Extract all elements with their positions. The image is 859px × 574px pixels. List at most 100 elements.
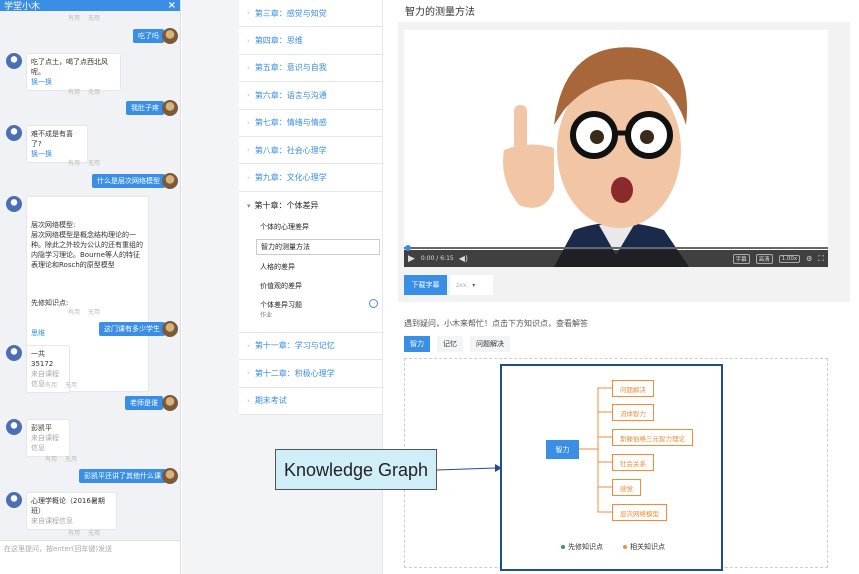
lesson-item-homework[interactable]: 个体差异习题 作业 [256,298,380,321]
chevron-right-icon: › [247,369,250,378]
user-bubble: 老师是谁 [125,396,163,410]
chevron-down-icon: ▾ [247,201,251,210]
refresh-link[interactable]: 换一换 [31,77,116,87]
bot-bubble: 彭凯平 来自课程信息 [26,419,70,457]
chapter-item[interactable]: › 第六章：语言与沟通 [239,82,382,110]
useful-button[interactable]: 有用 [68,15,80,22]
useful-button[interactable]: 有用 [68,530,80,537]
useless-button[interactable]: 无用 [88,15,100,22]
lesson-item[interactable]: 人格的差异 [256,260,380,274]
legend-label: 相关知识点 [630,543,665,551]
chapter-item[interactable]: › 第九章：文化心理学 [239,164,382,192]
feedback-row: 有用 无用 [68,528,108,537]
graph-leaf-node[interactable]: 问题解决 [612,380,654,397]
tab-memory[interactable]: 记忆 [437,336,463,352]
bot-text: 心理学概论（2016暑期班） [31,497,105,515]
help-prompt: 遇到疑问，小木来帮忙！点击下方知识点，查看解答 [404,319,588,328]
useless-button[interactable]: 无用 [88,530,100,537]
quality-button[interactable]: 高清 [755,253,773,264]
chevron-right-icon: › [247,341,250,350]
chapter-item[interactable]: › 第八章：社会心理学 [239,136,382,165]
knowledge-graph: 智力 问题解决 流体智力 斯滕伯格三元智力理论 社会关系 感觉 层次网络模型 先… [500,364,723,571]
useful-button[interactable]: 有用 [45,382,57,389]
legend-label: 先修知识点 [568,543,603,551]
useful-button[interactable]: 有用 [68,160,80,167]
settings-icon[interactable]: ⚙ [806,255,812,263]
useless-button[interactable]: 无用 [88,89,100,96]
tab-problem-solving[interactable]: 问题解决 [470,336,510,352]
caption-select[interactable]: zxx ▾ [450,275,493,295]
bot-avatar [6,196,22,212]
lesson-item[interactable]: 价值观的差异 [256,279,380,293]
chapter-label: 第十一章：学习与记忆 [254,341,335,351]
alarm-clock-icon [369,298,378,308]
tab-intelligence[interactable]: 智力 [404,336,430,352]
chapter-expanded: ▾ 第十章：个体差异 个体的心理差异 智力的测量方法 人格的差异 价值观的差异 个… [239,191,382,333]
chat-messages: 有用 无用 吃了吗 吃了点土，喝了点西北风呢。 换一换 有用 无用 我肚子疼 难不成… [0,11,180,540]
chapter-item[interactable]: › 第三章：感觉与知觉 [239,0,382,28]
green-dot-icon [561,545,565,549]
chapter-item[interactable]: › 第十二章：积极心理学 [239,360,382,388]
fullscreen-icon[interactable]: ⛶ [818,254,824,264]
bot-text: 难不成是有喜了? [31,130,73,148]
useful-button[interactable]: 有用 [68,309,80,316]
chat-input[interactable]: 在这里提问，按enter(回车键)发送 [0,540,180,574]
chapter-item[interactable]: › 第七章：情绪与情感 [239,109,382,137]
speed-button[interactable]: 1.00x [778,254,801,263]
user-avatar [162,321,178,337]
useful-button[interactable]: 有用 [68,89,80,96]
feedback-row: 有用 无用 [45,454,85,463]
user-avatar [162,468,178,484]
chat-input-placeholder: 在这里提问，按enter(回车键)发送 [4,545,113,553]
main-content: 智力的测量方法 ▶ 0:00 / 6:15 ◀) 字幕 高清 1.00x ⚙ ⛶… [384,0,859,574]
useless-button[interactable]: 无用 [65,456,77,463]
knowledge-graph-callout: Knowledge Graph [275,449,437,490]
useful-button[interactable]: 有用 [45,456,57,463]
video-area: ▶ 0:00 / 6:15 ◀) 字幕 高清 1.00x ⚙ ⛶ 下载字幕 zx… [398,22,850,302]
chapter-item[interactable]: › 期末考试 [239,387,382,415]
useless-button[interactable]: 无用 [88,160,100,167]
useless-button[interactable]: 无用 [88,309,100,316]
progress-bar[interactable] [404,245,828,251]
volume-icon[interactable]: ◀) [459,254,468,263]
chapter-item[interactable]: › 第四章：思维 [239,27,382,55]
legend-prereq: 先修知识点 [561,542,603,552]
chevron-right-icon: › [247,91,250,100]
download-subtitle-button[interactable]: 下载字幕 [404,275,447,295]
play-icon[interactable]: ▶ [408,254,415,264]
graph-leaf-node[interactable]: 感觉 [612,479,641,496]
video-player[interactable]: ▶ 0:00 / 6:15 ◀) 字幕 高清 1.00x ⚙ ⛶ [404,30,828,267]
user-avatar [162,395,178,411]
graph-leaf-node[interactable]: 社会关系 [612,454,654,471]
chapter-label: 第四章：思维 [254,36,303,46]
chapter-label: 期末考试 [254,396,287,406]
graph-center-node[interactable]: 智力 [546,440,579,459]
subtitle-button[interactable]: 字幕 [732,253,750,264]
bot-text: 层次网络模型: 层次网络模型是概念结构理论的一种。除此之外较为公认的还有重组的内… [31,221,143,269]
caption-select-value: zxx [456,281,467,289]
bot-avatar [6,345,22,361]
orange-dot-icon [623,545,627,549]
chapter-title[interactable]: ▾ 第十章：个体差异 [247,200,382,211]
graph-leaf-node[interactable]: 斯滕伯格三元智力理论 [612,429,693,446]
feedback-row: 有用 无用 [68,13,108,22]
left-gutter [182,0,239,574]
chapter-item[interactable]: › 第五章：意识与自我 [239,54,382,83]
bot-text: 彭凯平 [31,424,52,432]
feedback-row: 有用 无用 [45,380,85,389]
progress-handle[interactable] [405,245,411,251]
lesson-item[interactable]: 个体的心理差异 [256,220,380,234]
user-avatar [162,100,178,116]
useless-button[interactable]: 无用 [65,382,77,389]
chat-header: 学堂小木 × [0,0,180,12]
chapter-label: 第五章：意识与自我 [254,63,327,73]
graph-leaf-node[interactable]: 流体智力 [612,404,654,421]
close-icon[interactable]: × [168,0,176,11]
lesson-item-active[interactable]: 智力的测量方法 [256,238,380,255]
chapter-label: 第三章：感觉与知觉 [254,8,327,18]
chapter-label: 第八章：社会心理学 [254,145,327,155]
source-label: 来自课程信息 [31,517,73,525]
user-bubble: 什么是层次网络模型 [92,174,165,188]
chapter-item[interactable]: › 第十一章：学习与记忆 [239,332,382,361]
graph-leaf-node[interactable]: 层次网络模型 [612,504,667,521]
